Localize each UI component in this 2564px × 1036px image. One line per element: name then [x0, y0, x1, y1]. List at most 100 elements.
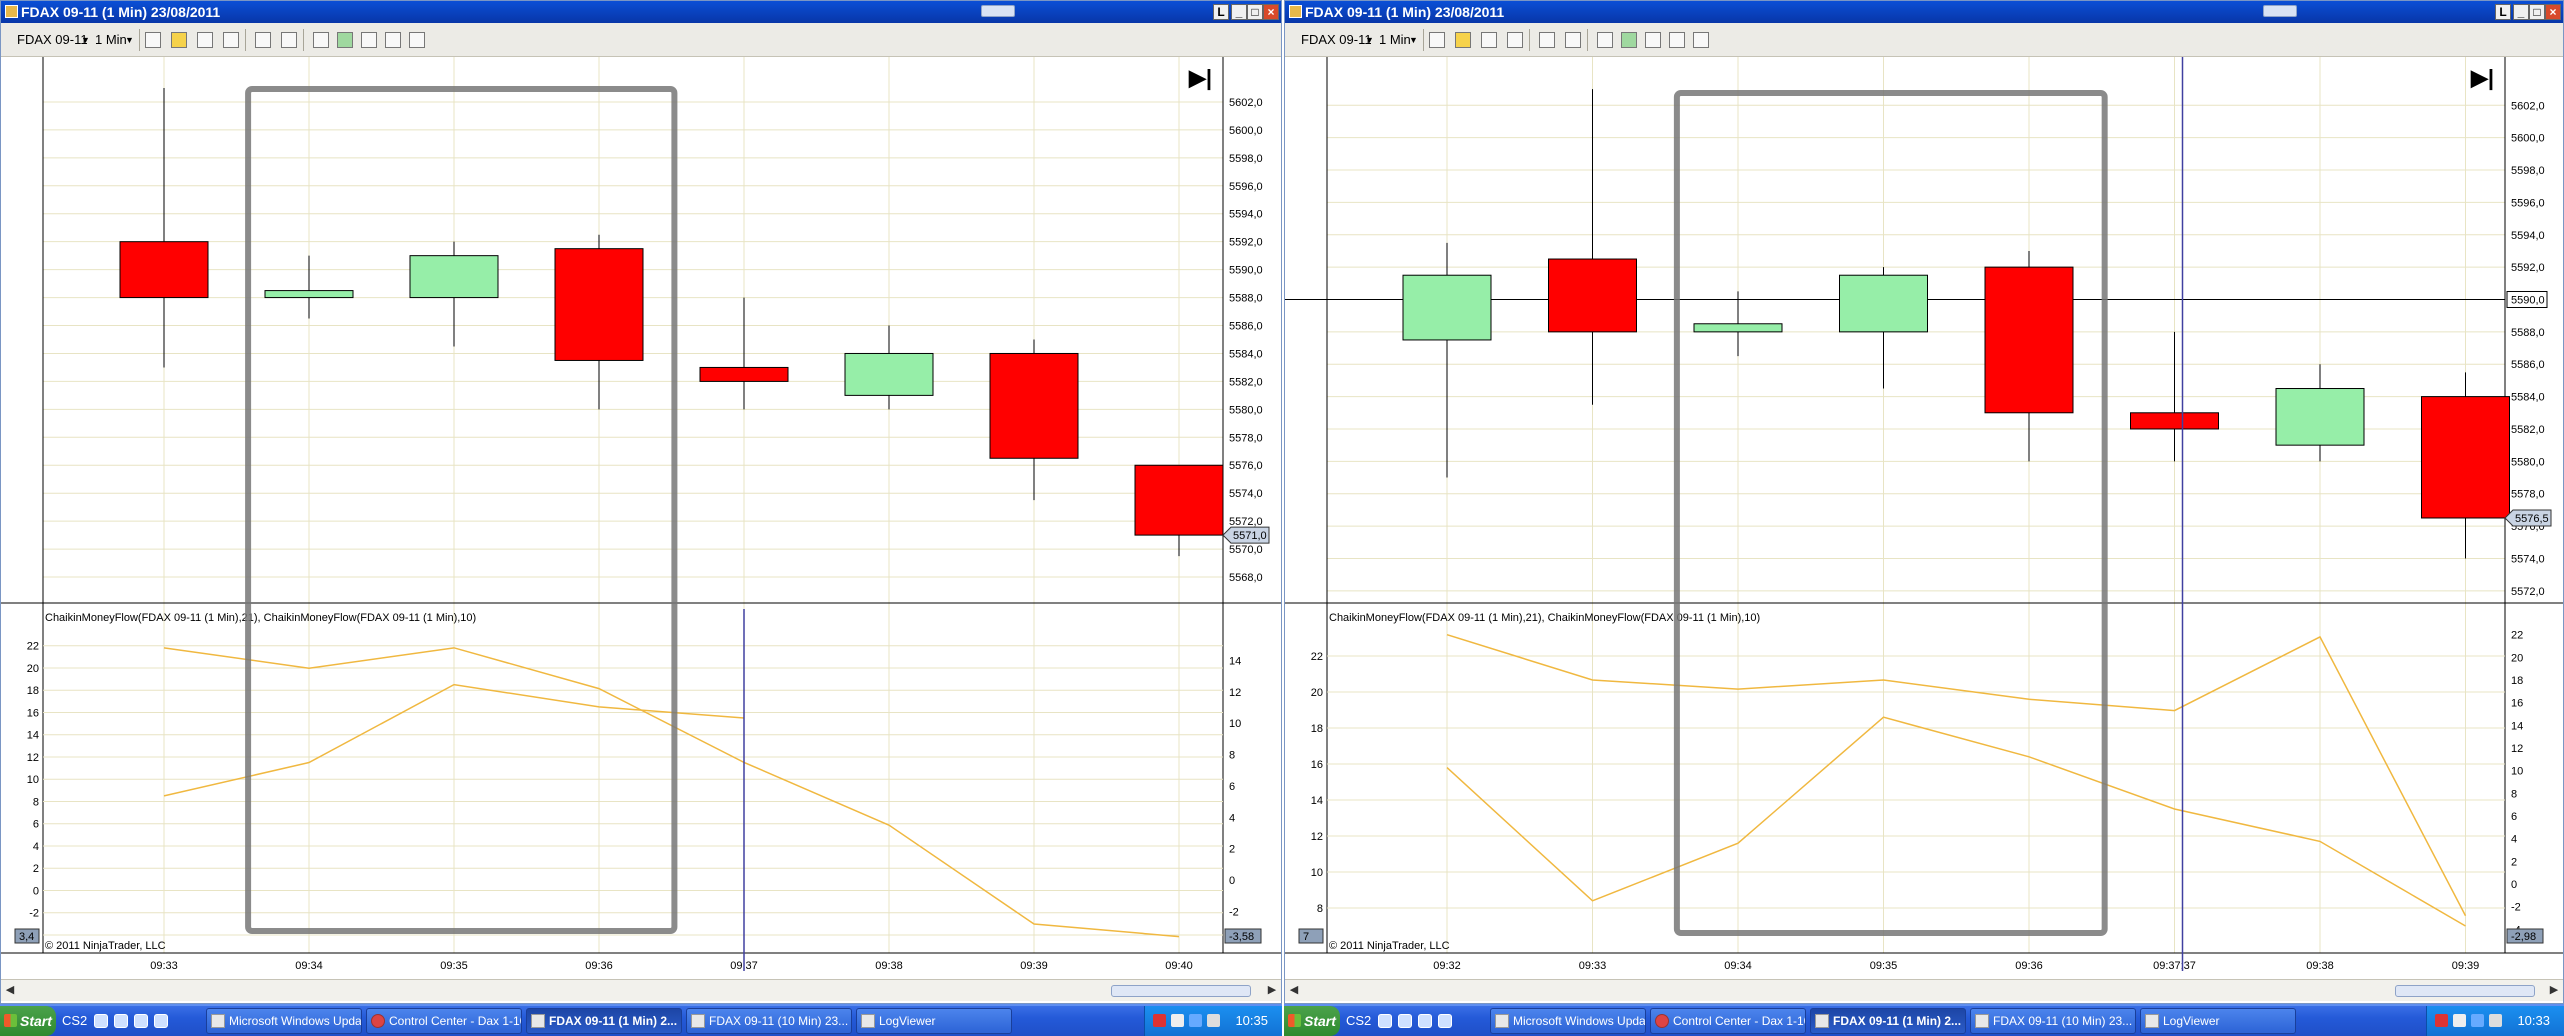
magnifier-icon[interactable]: [281, 32, 297, 48]
time-tick-label: 09:34: [295, 960, 323, 972]
scroll-right-icon[interactable]: ▶: [1265, 983, 1279, 997]
pencil-icon[interactable]: [1455, 32, 1471, 48]
quicklaunch-icon[interactable]: [1398, 1014, 1412, 1028]
minimize-button[interactable]: _: [1231, 4, 1247, 20]
scrollbar-thumb[interactable]: [1111, 985, 1251, 997]
cs2-label[interactable]: CS2: [1346, 1006, 1371, 1036]
price-tick-label: 5574,0: [1229, 488, 1263, 500]
interval-selector[interactable]: 1 Min: [1379, 23, 1411, 57]
taskbar-button-active[interactable]: FDAX 09-11 (1 Min) 2...: [1810, 1008, 1966, 1034]
window-titlebar[interactable]: FDAX 09-11 (1 Min) 23/08/2011 L _ □ ×: [1285, 1, 2563, 23]
quicklaunch-icon[interactable]: [1418, 1014, 1432, 1028]
strategies-icon[interactable]: [1645, 32, 1661, 48]
indicators-icon[interactable]: [337, 32, 353, 48]
cs2-label[interactable]: CS2: [62, 1006, 87, 1036]
chevron-down-icon[interactable]: ▼: [1365, 23, 1374, 57]
scroll-left-icon[interactable]: ◀: [1287, 983, 1301, 997]
price-tick-label: 5584,0: [2511, 392, 2545, 404]
close-button[interactable]: ×: [2545, 4, 2561, 20]
clock: 10:35: [1235, 1013, 1268, 1028]
window-linking-icon[interactable]: [409, 32, 425, 48]
maximize-button[interactable]: □: [1247, 4, 1263, 20]
zoom-icon[interactable]: [1507, 32, 1523, 48]
taskbar-button[interactable]: Microsoft Windows Upda...: [1490, 1008, 1646, 1034]
tray-icon[interactable]: [1153, 1014, 1167, 1027]
taskbar-button[interactable]: Control Center - Dax 1-10: [1650, 1008, 1806, 1034]
taskbar-button[interactable]: Control Center - Dax 1-10: [366, 1008, 522, 1034]
titlebar-grip[interactable]: [2263, 5, 2297, 17]
taskbar-button-label: Microsoft Windows Upda...: [1513, 1014, 1646, 1028]
quicklaunch-icon[interactable]: [94, 1014, 108, 1028]
drawing-tool-icon[interactable]: [1481, 32, 1497, 48]
taskbar-button[interactable]: FDAX 09-11 (10 Min) 23...: [1970, 1008, 2136, 1034]
quicklaunch-icon[interactable]: [134, 1014, 148, 1028]
quicklaunch-icon[interactable]: [114, 1014, 128, 1028]
window-titlebar[interactable]: FDAX 09-11 (1 Min) 23/08/2011 L _ □ ×: [1, 1, 1281, 23]
bar-type-icon[interactable]: [1429, 32, 1445, 48]
chart-svg[interactable]: 5602,0 5600,0 5598,0 5596,0 5594,0 5592,0 5590…: [1, 51, 1282, 979]
copyright-text: © 2011 NinjaTrader, LLC: [45, 940, 166, 952]
titlebar-grip[interactable]: [981, 5, 1015, 17]
restore-lower-icon[interactable]: L: [1213, 4, 1229, 20]
taskbar-button[interactable]: Microsoft Windows Upda...: [206, 1008, 362, 1034]
instrument-selector[interactable]: FDAX 09-11: [1301, 23, 1372, 57]
taskbar-button[interactable]: FDAX 09-11 (10 Min) 23...: [686, 1008, 852, 1034]
scroll-left-icon[interactable]: ◀: [3, 983, 17, 997]
candle-body: [409, 255, 499, 299]
strategies-icon[interactable]: [361, 32, 377, 48]
minimize-button[interactable]: _: [2513, 4, 2529, 20]
chart-window-left[interactable]: FDAX 09-11 (1 Min) 23/08/2011 L _ □ × FD…: [0, 0, 1282, 1004]
restore-lower-icon[interactable]: L: [2495, 4, 2511, 20]
horizontal-scrollbar[interactable]: ◀ ▶: [1, 979, 1281, 1001]
maximize-button[interactable]: □: [2529, 4, 2545, 20]
candle-body: [1402, 274, 1492, 341]
pencil-icon[interactable]: [171, 32, 187, 48]
taskbar-button[interactable]: LogViewer: [2140, 1008, 2296, 1034]
chevron-down-icon[interactable]: ▼: [125, 23, 134, 57]
horizontal-scrollbar[interactable]: ◀ ▶: [1285, 979, 2563, 1001]
tray-icon[interactable]: [2435, 1014, 2449, 1027]
scroll-right-icon[interactable]: ▶: [2547, 983, 2561, 997]
drawing-tool-icon[interactable]: [197, 32, 213, 48]
tray-icon[interactable]: [1207, 1014, 1221, 1027]
properties-icon[interactable]: [1597, 32, 1613, 48]
chart-plot-area[interactable]: 5602,0 5600,0 5598,0 5596,0 5594,0 5592,0 5590…: [1285, 51, 2564, 984]
interval-selector[interactable]: 1 Min: [95, 23, 127, 57]
taskbar-button-active[interactable]: FDAX 09-11 (1 Min) 2...: [526, 1008, 682, 1034]
chart-window-right[interactable]: FDAX 09-11 (1 Min) 23/08/2011 L _ □ × FD…: [1284, 0, 2564, 1004]
quicklaunch-icon[interactable]: [1438, 1014, 1452, 1028]
bar-type-icon[interactable]: [145, 32, 161, 48]
data-box-icon[interactable]: [385, 32, 401, 48]
chart-plot-area[interactable]: 5602,0 5600,0 5598,0 5596,0 5594,0 5592,0 5590…: [1, 51, 1282, 984]
start-button[interactable]: Start: [0, 1006, 56, 1036]
close-button[interactable]: ×: [1263, 4, 1279, 20]
tray-icon[interactable]: [2453, 1014, 2467, 1027]
tray-icon[interactable]: [2471, 1014, 2485, 1027]
app-icon: [5, 5, 18, 18]
tray-icon[interactable]: [2489, 1014, 2503, 1027]
tray-icon[interactable]: [1189, 1014, 1203, 1027]
chevron-down-icon[interactable]: ▼: [81, 23, 90, 57]
start-button[interactable]: Start: [1284, 1006, 1340, 1036]
chevron-down-icon[interactable]: ▼: [1409, 23, 1418, 57]
crosshair-icon[interactable]: [255, 32, 271, 48]
instrument-selector[interactable]: FDAX 09-11: [17, 23, 88, 57]
window-linking-icon[interactable]: [1693, 32, 1709, 48]
price-tick-label: 5596,0: [1229, 181, 1263, 193]
chart-svg[interactable]: 5602,0 5600,0 5598,0 5596,0 5594,0 5592,0 5590…: [1285, 51, 2564, 979]
indicators-icon[interactable]: [1621, 32, 1637, 48]
crosshair-icon[interactable]: [1539, 32, 1555, 48]
window-icon: [1495, 1014, 1509, 1028]
zoom-icon[interactable]: [223, 32, 239, 48]
quicklaunch-icon[interactable]: [154, 1014, 168, 1028]
taskbar-button-label: LogViewer: [879, 1014, 936, 1028]
data-box-icon[interactable]: [1669, 32, 1685, 48]
indicator-right-tick: -2: [2511, 902, 2521, 914]
tray-icon[interactable]: [1171, 1014, 1185, 1027]
quicklaunch-icon[interactable]: [1378, 1014, 1392, 1028]
properties-icon[interactable]: [313, 32, 329, 48]
magnifier-icon[interactable]: [1565, 32, 1581, 48]
indicator-right-tick: 8: [2511, 788, 2517, 800]
taskbar-button[interactable]: LogViewer: [856, 1008, 1012, 1034]
scrollbar-thumb[interactable]: [2395, 985, 2535, 997]
